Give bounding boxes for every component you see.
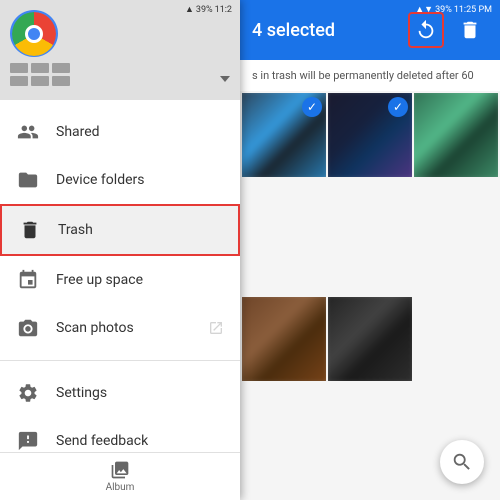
status-bar-left: ▲ 39% 11:2 — [185, 4, 232, 15]
shared-label: Shared — [56, 124, 224, 140]
send-feedback-label: Send feedback — [56, 433, 224, 449]
account-dot — [31, 76, 49, 86]
free-space-icon — [16, 268, 40, 292]
signal-right: ▲▼ — [415, 4, 433, 15]
album-nav-button[interactable]: Album — [106, 460, 135, 493]
trash-panel: ▲▼ 39% 11:25 PM 4 selected s in trash wi… — [240, 0, 500, 500]
settings-label: Settings — [56, 385, 224, 401]
account-dot — [52, 63, 70, 73]
trash-notice: s in trash will be permanently deleted a… — [240, 60, 500, 91]
wifi-icon: ▲ — [185, 4, 194, 15]
drawer-header: ▲ 39% 11:2 — [0, 0, 240, 100]
time-right: 11:25 PM — [454, 5, 492, 15]
people-icon — [16, 120, 40, 144]
sidebar-item-free-up-space[interactable]: Free up space — [0, 256, 240, 304]
account-switcher-grid — [10, 63, 230, 86]
selected-count: 4 selected — [252, 20, 400, 41]
account-dot — [52, 76, 70, 86]
trash-icon — [18, 218, 42, 242]
avatar[interactable] — [10, 10, 58, 57]
settings-icon — [16, 381, 40, 405]
restore-button[interactable] — [408, 12, 444, 48]
account-dot — [31, 63, 49, 73]
restore-icon — [415, 19, 437, 41]
external-link-icon — [208, 320, 224, 336]
feedback-icon — [16, 429, 40, 452]
checkmark-2: ✓ — [393, 101, 403, 113]
chevron-down-icon[interactable] — [220, 76, 230, 82]
photo-cell-5[interactable] — [328, 297, 412, 381]
drawer-panel: ▲ 39% 11:2 Share — [0, 0, 240, 500]
menu-divider — [0, 360, 240, 361]
account-dot — [10, 76, 28, 86]
album-icon — [110, 460, 130, 480]
album-nav-label: Album — [106, 482, 135, 493]
trash-label: Trash — [58, 222, 222, 238]
sidebar-item-shared[interactable]: Shared — [0, 108, 240, 156]
folder-icon — [16, 168, 40, 192]
photo-cell-3[interactable] — [414, 93, 498, 177]
photo-cell-1[interactable]: ✓ — [242, 93, 326, 177]
photos-grid: ✓ ✓ — [240, 91, 500, 500]
sidebar-item-device-folders[interactable]: Device folders — [0, 156, 240, 204]
photo-cell-4[interactable] — [242, 297, 326, 381]
sidebar-item-settings[interactable]: Settings — [0, 369, 240, 417]
status-bar-right: ▲▼ 39% 11:25 PM — [415, 4, 492, 15]
scan-photos-label: Scan photos — [56, 320, 208, 336]
checkmark-1: ✓ — [307, 101, 317, 113]
delete-icon — [459, 19, 481, 41]
sidebar-item-trash[interactable]: Trash — [0, 204, 240, 256]
battery-right: 39% — [435, 5, 452, 15]
time-left: 11:2 — [215, 5, 232, 15]
battery-left: 39% — [196, 5, 213, 15]
bottom-nav: Album — [0, 452, 240, 500]
search-icon — [451, 451, 473, 473]
delete-button[interactable] — [452, 12, 488, 48]
search-fab[interactable] — [440, 440, 484, 484]
account-dot — [10, 63, 28, 73]
photo-cell-2[interactable]: ✓ — [328, 93, 412, 177]
trash-notice-text: s in trash will be permanently deleted a… — [252, 69, 474, 82]
drawer-menu: Shared Device folders Trash — [0, 100, 240, 452]
free-up-space-label: Free up space — [56, 272, 224, 288]
scan-icon — [16, 316, 40, 340]
sidebar-item-send-feedback[interactable]: Send feedback — [0, 417, 240, 452]
sidebar-item-scan-photos[interactable]: Scan photos — [0, 304, 240, 352]
chrome-icon — [12, 12, 56, 56]
device-folders-label: Device folders — [56, 172, 224, 188]
